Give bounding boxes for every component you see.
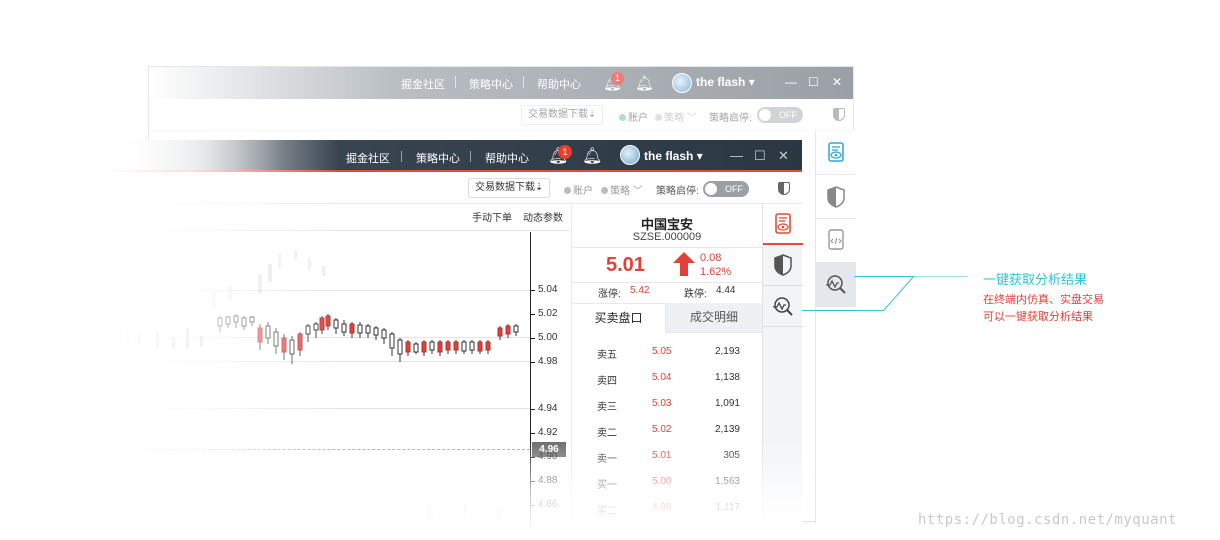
code-document-icon[interactable]	[816, 219, 856, 263]
price-tick-label: 5.00	[538, 332, 558, 343]
notification-badge: 1	[611, 72, 624, 85]
report-icon[interactable]	[763, 204, 803, 245]
candlesticks	[126, 250, 519, 526]
account-selector[interactable]: 账户	[619, 109, 648, 124]
axis-tick	[530, 409, 535, 410]
orderbook-row: 卖一 5.01 305	[597, 450, 740, 465]
nav-separator	[470, 151, 471, 162]
avatar[interactable]	[620, 145, 640, 165]
strategy-start-label: 策略启停:	[656, 186, 699, 197]
right-toolbar	[762, 204, 803, 532]
nav-strategy-center[interactable]: 策略中心	[469, 76, 513, 92]
shield-icon[interactable]	[763, 245, 803, 286]
nav-community[interactable]: 掘金社区	[401, 76, 445, 92]
background-toolbar: 交易数据下载⇣ 账户 策略 ﹀ 策略启停: OFF	[149, 99, 853, 131]
shield-icon[interactable]	[833, 108, 845, 121]
quote-panel: 中国宝安 SZSE.000009 5.01 0.08 1.62% 涨停: 5.4…	[571, 204, 762, 532]
strategy-selector[interactable]: 策略 ﹀	[655, 109, 697, 124]
limit-down-label: 跌停:	[684, 289, 707, 300]
price-tick-label: 4.88	[538, 475, 558, 486]
price-tick-label: 5.02	[538, 308, 558, 319]
limit-down-value: 4.44	[716, 285, 736, 296]
axis-tick	[530, 362, 535, 363]
shield-icon[interactable]	[778, 182, 790, 195]
price-change: 0.08	[700, 252, 722, 264]
username[interactable]: the flash ▾	[644, 149, 703, 163]
username[interactable]: the flash ▾	[696, 75, 755, 89]
strategy-toggle[interactable]: OFF	[757, 107, 803, 123]
price-tick-label: 4.92	[538, 427, 558, 438]
close-icon[interactable]: ✕	[832, 75, 842, 89]
strategy-selector[interactable]: 策略 ﹀	[601, 182, 643, 197]
avatar[interactable]	[672, 73, 692, 93]
callout-text: 在终端内仿真、实盘交易	[983, 294, 1104, 306]
bell-outline-icon[interactable]: 🔔︎	[635, 74, 654, 92]
axis-tick	[530, 433, 535, 434]
callout-connector	[883, 276, 968, 311]
orderbook-row: 买一 5.00 1,563	[597, 476, 740, 491]
callout-line	[802, 310, 884, 311]
callout-title: 一键获取分析结果	[983, 272, 1088, 287]
analysis-icon[interactable]	[763, 286, 803, 327]
callout-text: 可以一键获取分析结果	[983, 311, 1093, 323]
price-axis	[530, 232, 531, 532]
shield-icon[interactable]	[816, 175, 856, 219]
orderbook-row: 卖四 5.04 1,138	[597, 372, 740, 387]
background-sidebar	[815, 131, 856, 523]
nav-separator	[401, 151, 402, 162]
limit-up-label: 涨停:	[598, 289, 621, 300]
up-arrow-icon	[673, 252, 695, 276]
close-icon[interactable]: ✕	[778, 148, 789, 164]
axis-tick	[530, 314, 535, 315]
kline-chart[interactable]: 手动下单 动态参数 5.04 5.02 5.00 4.98 4.96 4.94 …	[108, 204, 570, 532]
stock-code: SZSE.000009	[632, 231, 702, 243]
minimize-icon[interactable]: —	[785, 75, 797, 89]
axis-tick	[530, 338, 535, 339]
divider	[572, 247, 762, 248]
limit-up-value: 5.42	[630, 285, 650, 296]
notification-badge: 1	[558, 145, 572, 159]
orderbook-row: 卖五 5.05 2,193	[597, 346, 740, 361]
price-change-pct: 1.62%	[700, 266, 732, 278]
nav-separator	[523, 76, 524, 88]
price-tick-label: 5.04	[538, 284, 558, 295]
orderbook-row: 卖三 5.03 1,091	[597, 398, 740, 413]
bell-outline-icon[interactable]: 🔔︎	[582, 146, 602, 166]
divider	[572, 282, 762, 283]
background-title-bar: 掘金社区 策略中心 帮助中心 🔔︎ 1 🔔︎ the flash ▾ — ☐ ✕	[149, 67, 853, 99]
maximize-icon[interactable]: ☐	[754, 148, 766, 164]
minimize-icon[interactable]: —	[730, 148, 743, 163]
orderbook-row: 买二 4.99 1,117	[597, 502, 740, 517]
download-button[interactable]: 交易数据下载⇣	[468, 178, 551, 198]
axis-tick	[530, 457, 535, 458]
tab-orderbook[interactable]: 买卖盘口	[572, 303, 666, 333]
title-bar: 掘金社区 策略中心 帮助中心 🔔︎ 1 🔔︎ the flash ▾ — ☐ ✕	[108, 140, 802, 172]
report-icon[interactable]	[816, 131, 856, 175]
watermark: https://blog.csdn.net/myquant	[918, 512, 1177, 528]
main-window: 掘金社区 策略中心 帮助中心 🔔︎ 1 🔔︎ the flash ▾ — ☐ ✕…	[108, 140, 803, 532]
price-tick-label: 4.86	[538, 499, 558, 510]
nav-help-center[interactable]: 帮助中心	[485, 150, 529, 166]
account-selector[interactable]: 账户	[564, 182, 593, 197]
nav-strategy-center[interactable]: 策略中心	[416, 150, 460, 166]
nav-help-center[interactable]: 帮助中心	[537, 76, 581, 92]
analysis-icon[interactable]	[816, 263, 856, 307]
nav-community[interactable]: 掘金社区	[346, 150, 390, 166]
strategy-start-label: 策略启停:	[709, 113, 752, 124]
orderbook-row: 卖二 5.02 2,139	[597, 424, 740, 439]
price-tick-label: 4.90	[538, 451, 558, 462]
price-tick-label: 4.94	[538, 403, 558, 414]
axis-tick	[530, 290, 535, 291]
maximize-icon[interactable]: ☐	[808, 75, 819, 89]
nav-separator	[455, 76, 456, 88]
strategy-toggle[interactable]: OFF	[703, 181, 749, 197]
last-price: 5.01	[606, 254, 645, 276]
toolbar: 交易数据下载⇣ 账户 策略 ﹀ 策略启停: OFF	[108, 174, 802, 204]
download-button[interactable]: 交易数据下载⇣	[521, 105, 604, 125]
axis-tick	[530, 481, 535, 482]
tab-trades[interactable]: 成交明细	[666, 303, 762, 333]
axis-tick	[530, 505, 535, 506]
price-tick-label: 4.98	[538, 356, 558, 367]
